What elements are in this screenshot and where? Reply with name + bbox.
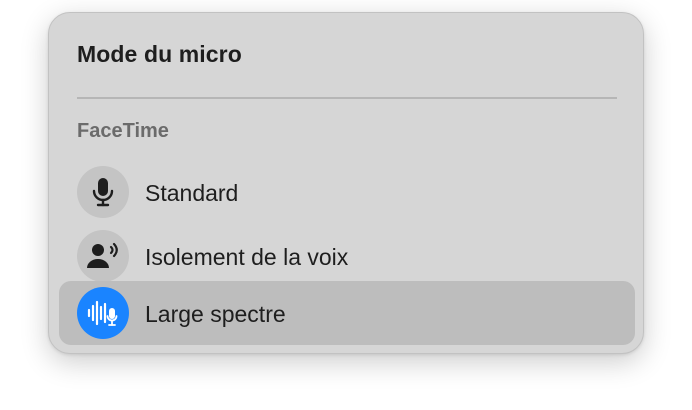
menu-item-label: Isolement de la voix: [145, 244, 349, 270]
menu-item-standard[interactable]: Standard: [59, 160, 635, 224]
menu-title: Mode du micro: [77, 41, 242, 67]
menu-item-voice-isolation[interactable]: Isolement de la voix: [59, 224, 635, 288]
divider: [77, 97, 617, 99]
section-label-facetime: FaceTime: [77, 120, 169, 142]
microphone-icon: [77, 166, 129, 218]
voice-isolation-icon: [77, 230, 129, 282]
menu-item-wide-spectrum[interactable]: Large spectre: [59, 281, 635, 345]
wide-spectrum-icon: [77, 287, 129, 339]
menu-item-label: Large spectre: [145, 301, 286, 327]
menu-item-label: Standard: [145, 180, 239, 206]
mic-mode-menu: Mode du micro FaceTime Standard Isolemen…: [48, 12, 644, 354]
